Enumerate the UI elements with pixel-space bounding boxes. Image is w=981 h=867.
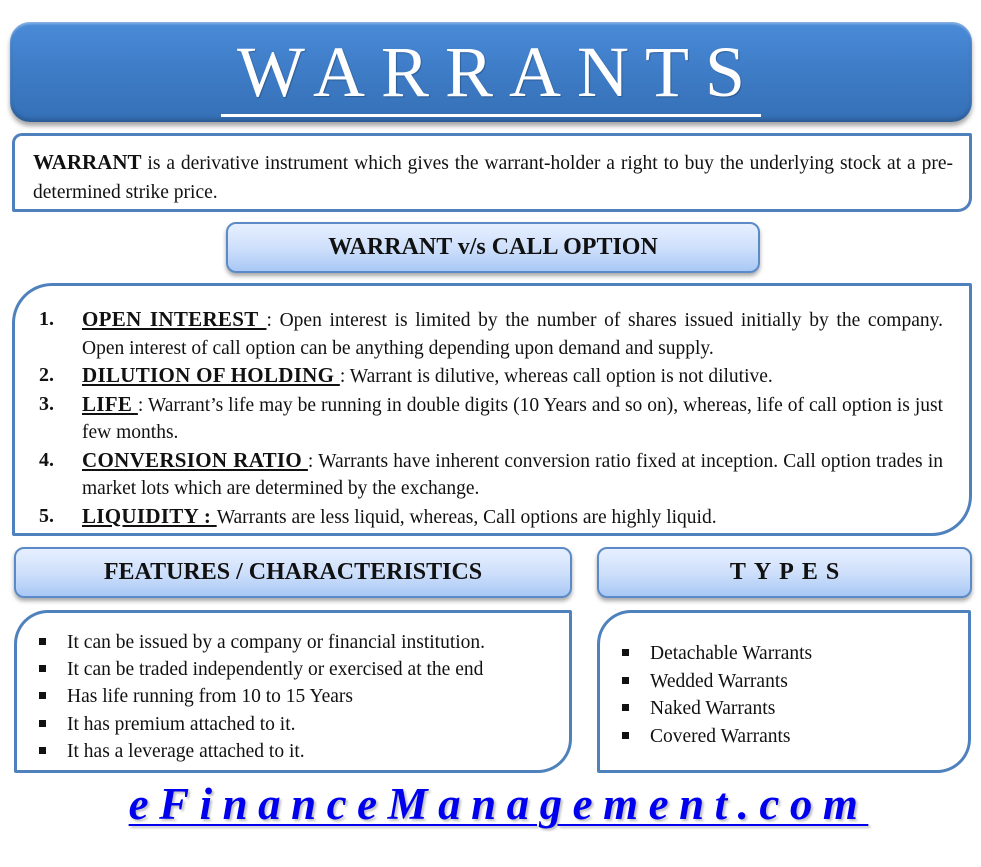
comparison-text: Warrants are less liquid, whereas, Call … <box>216 506 717 528</box>
comparison-term: OPEN INTEREST <box>82 307 267 331</box>
comparison-header: WARRANT v/s CALL OPTION <box>226 222 760 273</box>
definition-text: is a derivative instrument which gives t… <box>33 153 953 203</box>
comparison-header-label: WARRANT v/s CALL OPTION <box>328 234 658 260</box>
feature-item: Has life running from 10 to 15 Years <box>39 683 559 710</box>
type-item: Detachable Warrants <box>622 640 958 668</box>
comparison-number: 5. <box>39 504 54 527</box>
types-box: Detachable Warrants Wedded Warrants Nake… <box>597 610 971 773</box>
feature-text: It has premium attached to it. <box>67 713 296 735</box>
comparison-term: CONVERSION RATIO <box>82 447 308 472</box>
comparison-item: 4. CONVERSION RATIO : Warrants have inhe… <box>39 447 943 503</box>
type-item: Naked Warrants <box>622 695 958 723</box>
square-bullet-icon <box>622 676 629 684</box>
title-banner: WARRANTS <box>10 22 972 122</box>
type-text: Detachable Warrants <box>650 643 813 664</box>
square-bullet-icon <box>622 704 629 712</box>
square-bullet-icon <box>39 719 46 727</box>
comparison-term: LIQUIDITY : <box>82 503 217 528</box>
type-text: Wedded Warrants <box>650 670 788 692</box>
comparison-item: 5. LIQUIDITY : Warrants are less liquid,… <box>39 503 943 532</box>
efinancemanagement-link[interactable]: eFinanceManagement.com <box>0 778 981 830</box>
feature-item: It has premium attached to it. <box>39 711 559 738</box>
square-bullet-icon <box>622 731 629 739</box>
feature-text: It has a leverage attached to it. <box>67 740 305 762</box>
comparison-term: DILUTION OF HOLDING <box>82 363 340 387</box>
square-bullet-icon <box>39 665 46 673</box>
feature-item: It can be issued by a company or financi… <box>39 629 559 656</box>
comparison-number: 1. <box>39 308 54 330</box>
feature-text: Has life running from 10 to 15 Years <box>67 686 353 708</box>
comparison-number: 3. <box>39 392 54 415</box>
type-item: Wedded Warrants <box>622 668 958 696</box>
comparison-text: : Warrant is dilutive, whereas call opti… <box>339 366 773 387</box>
feature-item: It has a leverage attached to it. <box>39 738 559 765</box>
feature-text: It can be traded independently or exerci… <box>67 659 484 681</box>
comparison-item: 1. OPEN INTEREST : Open interest is limi… <box>39 306 943 362</box>
comparison-box: 1. OPEN INTEREST : Open interest is limi… <box>12 283 972 536</box>
features-header: FEATURES / CHARACTERISTICS <box>14 547 572 598</box>
page-title: WARRANTS <box>220 36 762 117</box>
square-bullet-icon <box>39 692 46 700</box>
features-box: It can be issued by a company or financi… <box>14 610 572 773</box>
square-bullet-icon <box>39 746 46 754</box>
comparison-text: : Warrant’s life may be running in doubl… <box>82 394 944 444</box>
comparison-item: 3. LIFE : Warrant’s life may be running … <box>39 391 943 447</box>
square-bullet-icon <box>622 649 629 656</box>
square-bullet-icon <box>39 638 46 645</box>
comparison-term: LIFE <box>82 391 138 416</box>
type-item: Covered Warrants <box>622 723 958 751</box>
type-text: Naked Warrants <box>650 698 776 720</box>
features-header-label: FEATURES / CHARACTERISTICS <box>103 559 483 585</box>
definition-term: WARRANT <box>33 150 142 174</box>
comparison-number: 2. <box>39 364 54 386</box>
comparison-number: 4. <box>39 448 54 471</box>
comparison-item: 2. DILUTION OF HOLDING : Warrant is dilu… <box>39 362 943 391</box>
feature-item: It can be traded independently or exerci… <box>39 656 559 683</box>
type-text: Covered Warrants <box>650 725 791 747</box>
types-header: TYPES <box>597 547 972 598</box>
definition-box: WARRANT is a derivative instrument which… <box>12 133 972 212</box>
feature-text: It can be issued by a company or financi… <box>67 632 486 653</box>
types-header-label: TYPES <box>729 559 848 585</box>
